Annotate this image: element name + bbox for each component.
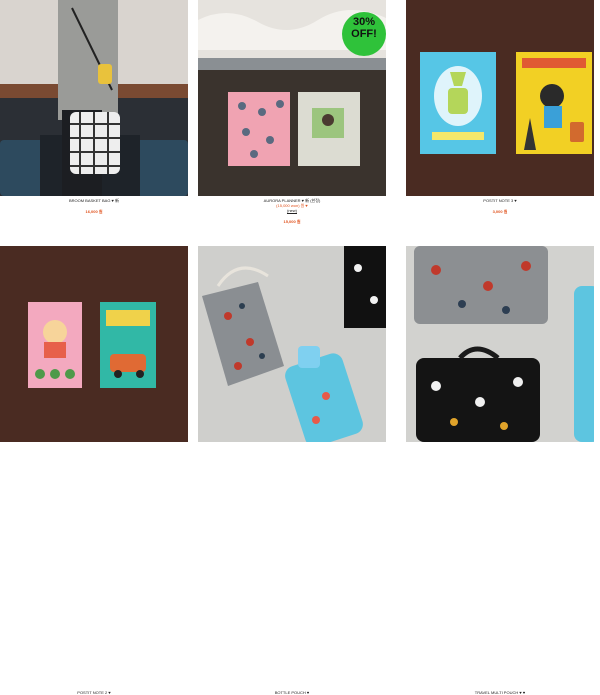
product-name[interactable]: TRAVEL MULTI POUCH ♥ ♥ [406,690,594,695]
product-price: 3,000 원 [492,209,508,214]
discount-badge: 30% OFF! [351,16,377,40]
product-price: 15,000 원 [283,219,301,224]
product-image[interactable] [0,246,188,442]
product-image[interactable] [406,246,594,442]
product-name[interactable]: BROOM BASKET BAG ♥ 新 [0,198,188,203]
product-image[interactable] [0,0,188,196]
product-image[interactable] [198,246,386,442]
product-image[interactable]: 30% OFF! [198,0,386,196]
product-image[interactable] [406,0,594,196]
product-name[interactable]: BOTTLE POUCH ♥ [198,690,386,695]
product-name[interactable]: POSTIT NOTE 3 ♥ [406,198,594,203]
product-price: 16,000 원 [85,209,103,214]
product-name[interactable]: POSTIT NOTE 2 ♥ [0,690,188,695]
product-new-label: (new) [286,208,297,213]
